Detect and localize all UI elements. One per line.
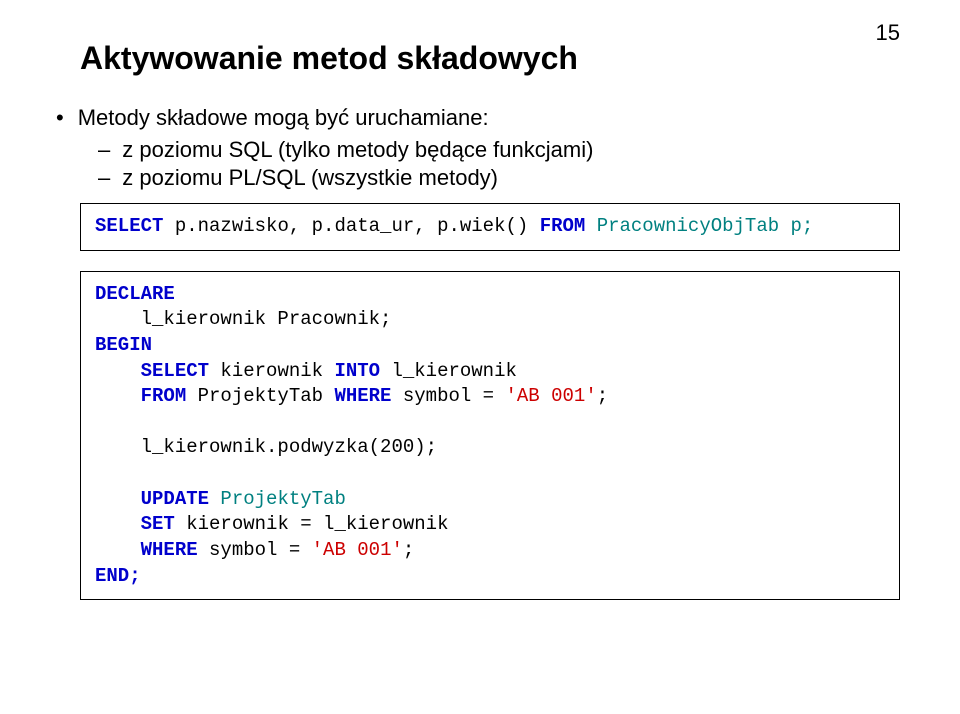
kw-select: SELECT [95, 360, 209, 382]
bullet-main-text: Metody składowe mogą być uruchamiane: [78, 105, 489, 131]
bullet-main: • Metody składowe mogą być uruchamiane: [80, 105, 900, 131]
page-title: Aktywowanie metod składowych [80, 40, 578, 77]
code-box-plsql: DECLARE l_kierownik Pracownik; BEGIN SEL… [80, 271, 900, 601]
code-ident: ProjektyTab [209, 488, 346, 510]
code-text: l_kierownik [380, 360, 517, 382]
kw-declare: DECLARE [95, 283, 175, 305]
code-text: ; [403, 539, 414, 561]
code-string: 'AB 001' [506, 385, 597, 407]
kw-end: END; [95, 565, 141, 587]
sub-item: – z poziomu PL/SQL (wszystkie metody) [98, 165, 900, 191]
kw-from: FROM [95, 385, 186, 407]
kw-where: WHERE [334, 385, 391, 407]
code-box-sql: SELECT p.nazwisko, p.data_ur, p.wiek() F… [80, 203, 900, 251]
kw-update: UPDATE [95, 488, 209, 510]
code-text: symbol = [391, 385, 505, 407]
sub-list: – z poziomu SQL (tylko metody będące fun… [98, 137, 900, 191]
bullet-dot-icon: • [56, 105, 64, 131]
kw-into: INTO [334, 360, 380, 382]
code-text: kierownik [209, 360, 334, 382]
page-number: 15 [876, 20, 900, 46]
kw-select: SELECT [95, 215, 163, 237]
code-text: ProjektyTab [186, 385, 334, 407]
code-text: kierownik = l_kierownik [175, 513, 449, 535]
dash-icon: – [98, 137, 110, 163]
kw-set: SET [95, 513, 175, 535]
kw-where: WHERE [95, 539, 198, 561]
dash-icon: – [98, 165, 110, 191]
kw-from: FROM [540, 215, 586, 237]
header-row: Aktywowanie metod składowych 15 [80, 40, 900, 105]
code-ident: PracownicyObjTab p; [585, 215, 813, 237]
code-text: symbol = [198, 539, 312, 561]
code-text: l_kierownik Pracownik; [95, 308, 391, 330]
sub-item: – z poziomu SQL (tylko metody będące fun… [98, 137, 900, 163]
bullet-block: • Metody składowe mogą być uruchamiane: … [80, 105, 900, 191]
code-string: 'AB 001' [312, 539, 403, 561]
code-text: l_kierownik.podwyzka(200); [95, 436, 437, 458]
code-text: p.nazwisko, p.data_ur, p.wiek() [163, 215, 539, 237]
sub-item-text: z poziomu SQL (tylko metody będące funkc… [122, 137, 593, 163]
code-text: ; [597, 385, 608, 407]
sub-item-text: z poziomu PL/SQL (wszystkie metody) [122, 165, 498, 191]
kw-begin: BEGIN [95, 334, 152, 356]
